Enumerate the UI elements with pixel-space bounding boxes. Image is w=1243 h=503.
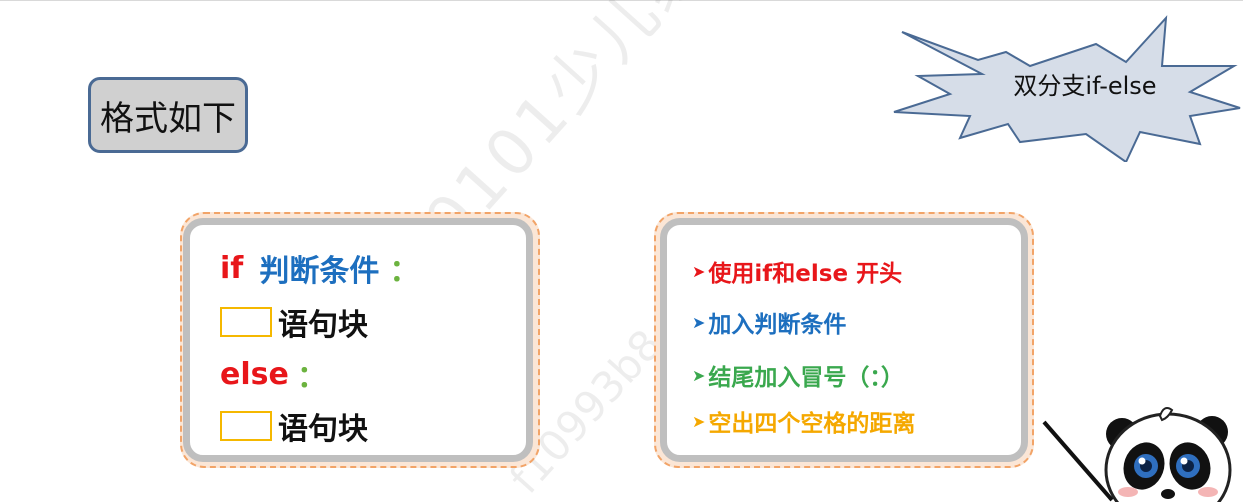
top-divider <box>0 0 1243 1</box>
rule-text: 空出四个空格的距离 <box>708 411 916 437</box>
format-label: 格式如下 <box>88 77 248 153</box>
arrowhead-icon: ➤ <box>692 312 706 332</box>
indent-box <box>220 307 272 337</box>
rule-item: ➤ 空出四个空格的距离 <box>692 404 915 438</box>
burst-title: 双分支if-else <box>1013 72 1157 100</box>
if-keyword: if <box>220 250 244 286</box>
panda-icon <box>1042 407 1232 502</box>
arrowhead-icon: ➤ <box>692 365 706 385</box>
code-line-else-body: 语句块 <box>220 404 368 448</box>
statement-block-text: 语句块 <box>278 412 368 447</box>
condition-text: 判断条件 <box>259 254 380 289</box>
code-line-if: if 判断条件 ： <box>220 246 419 290</box>
code-line-else: else ： <box>220 352 327 396</box>
rule-text: 加入判断条件 <box>708 312 847 338</box>
rule-item: ➤ 使用if和else 开头 <box>692 254 902 288</box>
else-keyword: else <box>220 356 289 392</box>
rule-text: 使用if和else 开头 <box>708 261 903 287</box>
format-label-text: 格式如下 <box>100 98 236 139</box>
code-line-if-body: 语句块 <box>220 300 368 344</box>
indent-box <box>220 411 272 441</box>
rule-item: ➤ 加入判断条件 <box>692 305 846 339</box>
statement-block-text: 语句块 <box>278 308 368 343</box>
rule-item: ➤ 结尾加入冒号（：） <box>692 358 904 392</box>
colon-mark: ： <box>389 254 420 289</box>
arrowhead-icon: ➤ <box>692 261 706 281</box>
rule-text: 结尾加入冒号（：） <box>708 365 904 391</box>
arrowhead-icon: ➤ <box>692 411 706 431</box>
colon-mark: ： <box>296 360 327 395</box>
